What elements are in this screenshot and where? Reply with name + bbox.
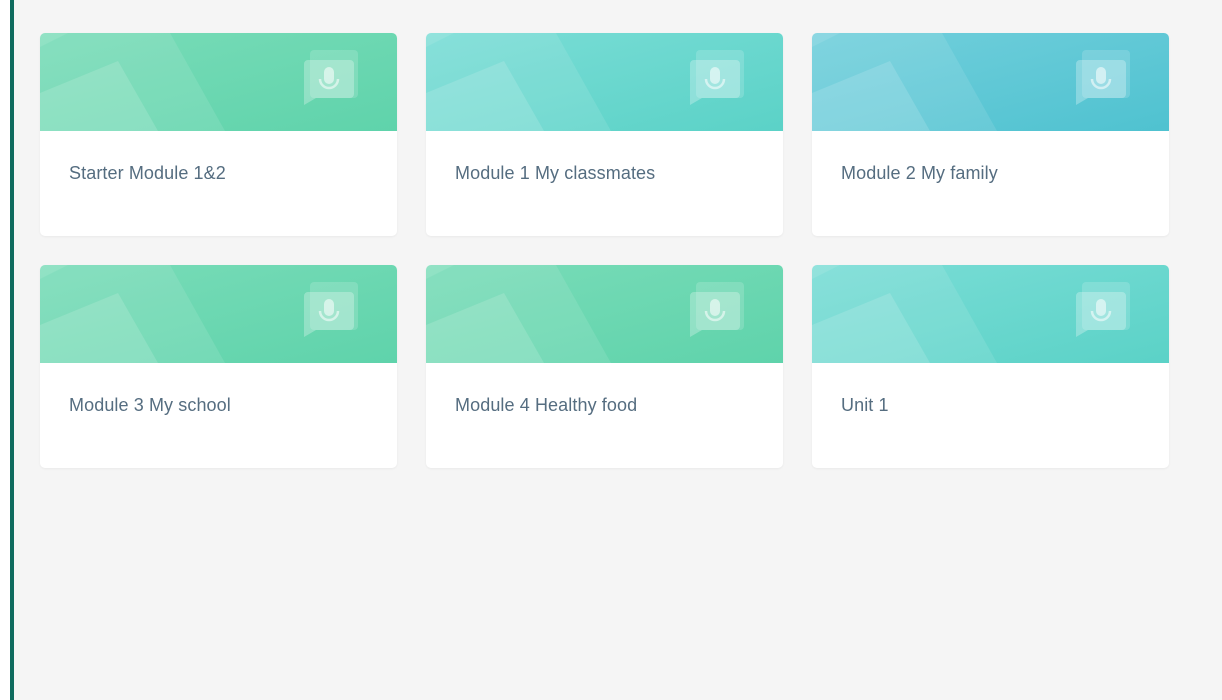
microphone-chat-icon (690, 50, 744, 105)
module-card-2[interactable]: Module 2 My family (812, 33, 1169, 236)
left-edge (0, 0, 10, 700)
module-title: Module 1 My classmates (455, 163, 656, 183)
module-card-3[interactable]: Module 3 My school (40, 265, 397, 468)
card-banner (812, 33, 1169, 131)
microphone-chat-icon (304, 50, 358, 105)
microphone-chat-icon (1076, 50, 1130, 105)
page: Starter Module 1&2 Module 1 My classmate… (0, 0, 1222, 700)
module-title: Module 3 My school (69, 395, 231, 415)
module-title: Starter Module 1&2 (69, 163, 226, 183)
module-card-starter[interactable]: Starter Module 1&2 (40, 33, 397, 236)
card-banner (40, 265, 397, 363)
card-banner (426, 265, 783, 363)
microphone-chat-icon (1076, 282, 1130, 337)
card-banner (426, 33, 783, 131)
module-title: Module 2 My family (841, 163, 998, 183)
card-banner (40, 33, 397, 131)
module-title: Module 4 Healthy food (455, 395, 638, 415)
module-grid: Starter Module 1&2 Module 1 My classmate… (40, 33, 1169, 468)
microphone-chat-icon (690, 282, 744, 337)
microphone-chat-icon (304, 282, 358, 337)
card-banner (812, 265, 1169, 363)
module-card-unit-1[interactable]: Unit 1 (812, 265, 1169, 468)
module-title: Unit 1 (841, 395, 889, 415)
left-accent-border (10, 0, 14, 700)
module-card-4[interactable]: Module 4 Healthy food (426, 265, 783, 468)
module-card-1[interactable]: Module 1 My classmates (426, 33, 783, 236)
